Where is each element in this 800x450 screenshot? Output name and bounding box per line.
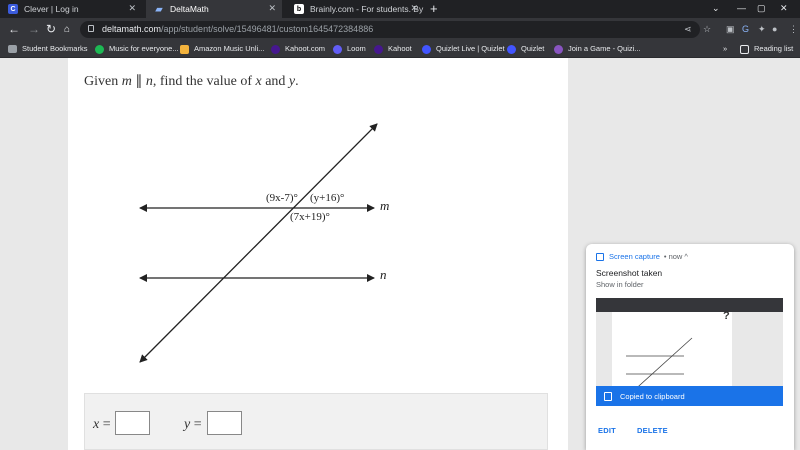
tab-deltamath[interactable]: ▰ DeltaMath ✕ [146,0,282,18]
quizizz-icon [554,44,563,54]
close-icon[interactable]: ✕ [128,3,136,14]
bookmark-amazon-music[interactable]: Amazon Music Unli... [180,44,264,54]
show-in-folder-link[interactable]: Show in folder [596,280,644,289]
angle-label-right: (y+16)° [310,192,344,204]
amazon-music-icon [180,44,189,54]
answer-area: x = y = [84,393,548,450]
star-icon[interactable]: ☆ [703,23,711,35]
bookmarks-bar: Student Bookmarks Music for everyone... … [0,41,800,58]
bookmark-quizlet-live[interactable]: Quizlet Live | Quizlet [422,44,505,54]
edit-button[interactable]: EDIT [598,426,616,435]
menu-icon[interactable]: ⋮ [789,23,798,35]
notification-title: Screenshot taken [596,268,663,278]
browser-toolbar: ← → ↻ ⌂ deltamath.com/app/student/solve/… [0,18,800,41]
chevron-down-icon[interactable]: ⌄ [712,3,720,14]
google-icon[interactable]: G [742,23,749,35]
line-label-n: n [380,267,387,282]
reading-list-icon [740,44,749,54]
loom-icon [333,44,342,54]
tab-title: DeltaMath [170,4,209,14]
new-tab-plus-icon[interactable]: + [430,1,438,17]
clipboard-icon [604,391,612,401]
thumbnail-browser-bar [596,298,783,312]
copied-to-clipboard-banner: Copied to clipboard [596,386,783,406]
close-icon[interactable]: ✕ [268,3,276,14]
transversal-line [139,123,378,363]
problem-card: Given m ∥ n, find the value of x and y. … [68,58,568,450]
y-answer-input[interactable] [207,411,242,435]
bookmark-quizlet[interactable]: Quizlet [507,44,544,54]
line-label-m: m [380,198,389,213]
bookmarks-overflow-button[interactable]: » [723,44,727,54]
kahoot-icon [374,44,383,54]
address-bar[interactable]: deltamath.com/app/student/solve/15496481… [80,21,700,38]
screenshot-notification: Screen capture • now ^ Screenshot taken … [586,244,794,450]
brainly-favicon-icon: b [294,4,304,14]
clever-favicon-icon: C [8,4,18,14]
maximize-icon[interactable]: ▢ [757,3,766,14]
question-mark-icon: ? [723,310,730,322]
folder-icon [8,45,17,53]
close-icon[interactable]: ✕ [410,3,418,14]
tab-title: Brainly.com - For students. By stu [310,4,424,14]
quizlet-icon [507,44,516,54]
bookmark-spotify[interactable]: Music for everyone... [95,44,179,54]
bookmark-loom[interactable]: Loom [333,44,366,54]
kahoot-icon [271,44,280,54]
quizlet-icon [422,44,431,54]
tab-title: Clever | Log in [24,4,79,14]
share-icon[interactable]: ⋖ [684,23,692,35]
extension-icon[interactable]: ▣ [726,23,735,35]
delete-button[interactable]: DELETE [637,426,668,435]
bookmark-kahoot[interactable]: Kahoot [374,44,412,54]
y-answer-label: y = [184,417,202,432]
tab-brainly[interactable]: b Brainly.com - For students. By stu ✕ [286,0,424,18]
reading-list-button[interactable]: Reading list [740,44,793,54]
tab-clever[interactable]: C Clever | Log in ✕ [0,0,142,18]
angle-label-bottom: (7x+19)° [290,211,330,223]
minimize-icon[interactable]: — [737,3,746,13]
screen-capture-icon [596,252,604,261]
forward-arrow-icon[interactable]: → [28,22,40,36]
bookmark-kahoot-com[interactable]: Kahoot.com [271,44,325,54]
profile-avatar-icon[interactable]: ● [772,23,777,35]
x-answer-input[interactable] [115,411,150,435]
deltamath-favicon-icon: ▰ [155,3,163,14]
x-answer-label: x = [93,417,111,432]
home-icon[interactable]: ⌂ [64,23,70,37]
notification-header: Screen capture • now ^ [596,252,688,261]
bookmark-student-bookmarks[interactable]: Student Bookmarks [8,44,87,54]
url-text[interactable]: deltamath.com/app/student/solve/15496481… [102,23,373,36]
parallel-lines-figure: (9x-7)° (y+16)° (7x+19)° m n [139,123,389,363]
lock-icon [88,25,94,32]
reload-icon[interactable]: ↻ [46,22,56,36]
close-window-icon[interactable]: ✕ [780,3,788,14]
angle-label-left: (9x-7)° [266,192,298,204]
spotify-icon [95,44,104,54]
puzzle-icon[interactable]: ✦ [758,23,766,35]
bookmark-quizizz[interactable]: Join a Game - Quizi... [554,44,641,54]
tab-strip: C Clever | Log in ✕ ▰ DeltaMath ✕ b Brai… [0,0,800,18]
back-arrow-icon[interactable]: ← [8,22,20,36]
